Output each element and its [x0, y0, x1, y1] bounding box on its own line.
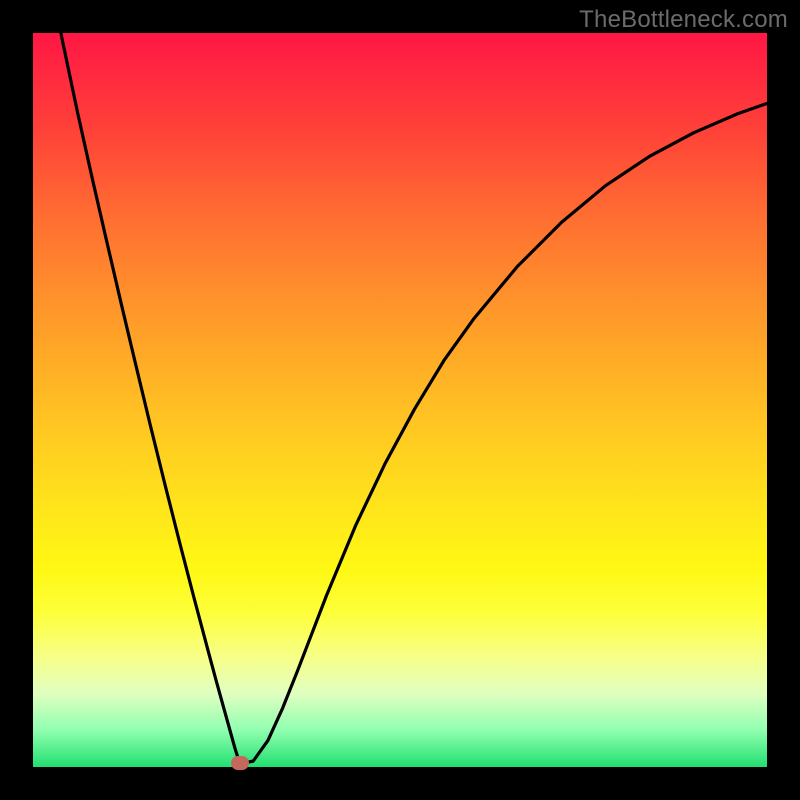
- optimal-point-marker: [231, 756, 249, 770]
- watermark-text: TheBottleneck.com: [579, 6, 788, 34]
- chart-frame: TheBottleneck.com: [0, 0, 800, 800]
- bottleneck-curve: [33, 33, 767, 767]
